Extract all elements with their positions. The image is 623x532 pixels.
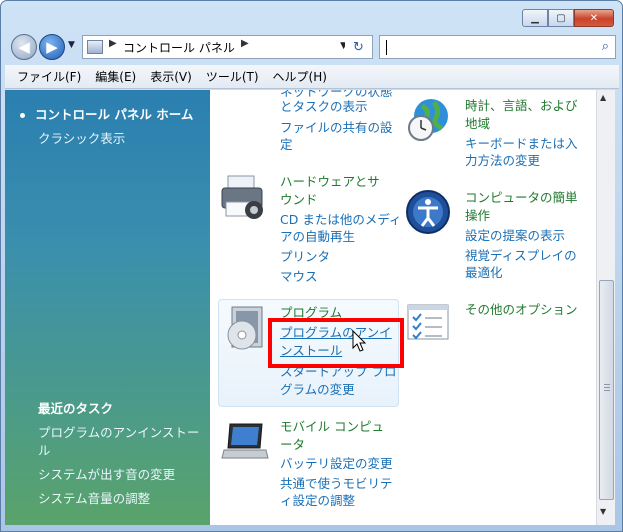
sidebar-item-classic-view[interactable]: クラシック表示 bbox=[38, 128, 125, 147]
mobility-settings-link-cont[interactable]: ィ設定の調整 bbox=[280, 491, 355, 510]
history-dropdown-icon[interactable]: ▼ bbox=[68, 40, 75, 50]
recent-tasks-heading: 最近のタスク bbox=[38, 401, 114, 416]
printers-link[interactable]: プリンタ bbox=[280, 247, 330, 266]
recent-task-uninstall-cont[interactable]: ル bbox=[38, 440, 51, 459]
startup-programs-link-cont[interactable]: グラムの変更 bbox=[280, 380, 355, 399]
recent-task-uninstall[interactable]: プログラムのアンインストー bbox=[38, 422, 199, 441]
back-button[interactable]: ◀ bbox=[11, 34, 37, 60]
control-panel-icon bbox=[87, 40, 103, 54]
optimize-display-link-cont[interactable]: 最適化 bbox=[465, 263, 503, 282]
printer-icon[interactable] bbox=[220, 172, 270, 222]
bullet-icon bbox=[20, 113, 25, 118]
sidebar: コントロール パネル ホーム クラシック表示 最近のタスク プログラムのアンイン… bbox=[5, 90, 210, 525]
forward-button[interactable]: ▶ bbox=[39, 34, 65, 60]
mobile-pc-title[interactable]: モバイル コンピュ bbox=[280, 417, 384, 436]
ease-of-access-icon[interactable] bbox=[404, 188, 452, 236]
menu-help[interactable]: ヘルプ(H) bbox=[273, 68, 327, 85]
menu-file[interactable]: ファイル(F) bbox=[17, 68, 81, 85]
other-options-title[interactable]: その他のオプション bbox=[465, 300, 578, 319]
menu-edit[interactable]: 編集(E) bbox=[95, 68, 136, 85]
sidebar-item-label: コントロール パネル ホーム bbox=[35, 107, 194, 122]
minimize-icon[interactable]: ▁ bbox=[522, 9, 548, 27]
other-options-icon[interactable] bbox=[406, 303, 452, 343]
mobile-pc-title-cont[interactable]: ータ bbox=[280, 435, 305, 454]
globe-clock-icon[interactable] bbox=[404, 96, 452, 144]
content-pane: ネットワークの状態 とタスクの表示 ファイルの共有の設 定 時計、言語、および … bbox=[210, 90, 596, 525]
search-icon[interactable]: ⌕ bbox=[602, 39, 609, 54]
ease-of-access-title[interactable]: コンピュータの簡単 bbox=[465, 188, 578, 207]
navigation-bar: ◀ ▶ ▼ ▶ コントロール パネル ▶ ▼ ↻ ⌕ bbox=[9, 34, 616, 60]
file-sharing-link[interactable]: ファイルの共有の設 bbox=[280, 118, 393, 137]
recent-task-volume[interactable]: システム音量の調整 bbox=[38, 488, 150, 507]
explorer-window: ▁ ▢ ✕ ◀ ▶ ▼ ▶ コントロール パネル ▶ ▼ ↻ ⌕ ファイル(F)… bbox=[0, 0, 623, 532]
clock-language-region-title[interactable]: 時計、言語、および bbox=[465, 96, 578, 115]
hardware-sound-title-cont[interactable]: ウンド bbox=[280, 190, 318, 209]
search-input[interactable]: ⌕ bbox=[379, 35, 616, 59]
hardware-sound-title[interactable]: ハードウェアとサ bbox=[280, 172, 380, 191]
mouse-link[interactable]: マウス bbox=[280, 267, 318, 286]
laptop-icon[interactable] bbox=[220, 420, 270, 462]
grip-icon bbox=[604, 384, 610, 392]
autoplay-link-cont[interactable]: アの自動再生 bbox=[280, 227, 355, 246]
file-sharing-link-cont[interactable]: 定 bbox=[280, 135, 293, 154]
mouse-cursor-icon bbox=[352, 330, 367, 352]
menu-tools[interactable]: ツール(T) bbox=[206, 68, 259, 85]
clock-language-region-title-cont[interactable]: 地域 bbox=[465, 114, 490, 133]
refresh-button[interactable]: ↻ bbox=[345, 35, 373, 59]
sidebar-item-home: コントロール パネル ホーム bbox=[20, 104, 193, 123]
text-caret bbox=[386, 40, 387, 55]
keyboard-input-link-cont[interactable]: 力方法の変更 bbox=[465, 151, 540, 170]
highlight-box bbox=[268, 318, 404, 368]
breadcrumb-control-panel[interactable]: コントロール パネル bbox=[123, 39, 235, 56]
vertical-scrollbar[interactable]: ▲ ▼ bbox=[596, 90, 615, 525]
recent-task-sounds[interactable]: システムが出す音の変更 bbox=[38, 464, 175, 483]
close-icon[interactable]: ✕ bbox=[574, 9, 614, 27]
caption-buttons: ▁ ▢ ✕ bbox=[522, 9, 614, 27]
maximize-icon[interactable]: ▢ bbox=[548, 9, 574, 27]
scroll-thumb[interactable] bbox=[599, 280, 614, 500]
battery-settings-link[interactable]: バッテリ設定の変更 bbox=[280, 454, 393, 473]
menu-view[interactable]: 表示(V) bbox=[150, 68, 192, 85]
ease-of-access-title-cont[interactable]: 操作 bbox=[465, 206, 490, 225]
address-bar[interactable]: ▶ コントロール パネル ▶ ▼ bbox=[82, 35, 352, 59]
menubar: ファイル(F) 編集(E) 表示(V) ツール(T) ヘルプ(H) bbox=[5, 65, 619, 89]
chevron-right-icon[interactable]: ▶ bbox=[241, 38, 249, 49]
chevron-right-icon[interactable]: ▶ bbox=[109, 38, 117, 49]
scroll-down-icon[interactable]: ▼ bbox=[600, 507, 606, 516]
network-tasks-link[interactable]: とタスクの表示 bbox=[280, 97, 368, 116]
recommended-settings-link[interactable]: 設定の提案の表示 bbox=[465, 226, 565, 245]
programs-icon[interactable] bbox=[224, 305, 270, 355]
scroll-up-icon[interactable]: ▲ bbox=[600, 93, 606, 102]
